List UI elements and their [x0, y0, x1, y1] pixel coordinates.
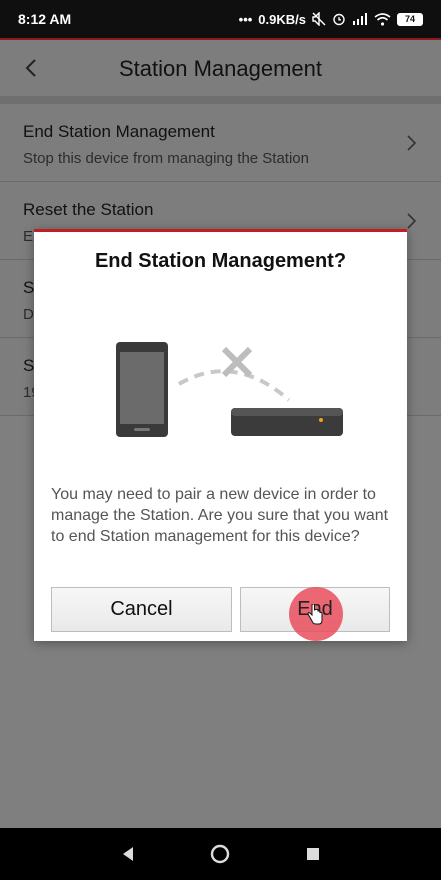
- back-triangle-icon[interactable]: [118, 844, 138, 864]
- list-item-subtitle: Stop this device from managing the Stati…: [23, 150, 309, 167]
- network-speed: 0.9KB/s: [258, 11, 306, 27]
- list-item-title: End Station Management: [23, 122, 215, 141]
- alarm-icon: [333, 13, 345, 26]
- signal-icon: [353, 13, 367, 25]
- mute-icon: [312, 12, 326, 26]
- dialog-title: End Station Management?: [94, 250, 347, 272]
- cancel-button[interactable]: Cancel: [51, 587, 232, 632]
- page-title: Station Management: [118, 56, 323, 81]
- list-item-title: Reset the Station: [23, 200, 154, 219]
- disconnect-illustration: [116, 342, 343, 437]
- home-circle-icon[interactable]: [210, 844, 230, 864]
- connection-arc: [177, 369, 291, 402]
- status-right: ••• 0.9KB/s 74: [239, 12, 423, 27]
- dialog-message: You may need to pair a new device in ord…: [51, 486, 389, 545]
- list-item-end-station-management[interactable]: End Station Management Stop this device …: [0, 104, 441, 182]
- wifi-icon: [374, 12, 391, 26]
- chevron-right-icon: [407, 135, 417, 151]
- status-time: 8:12 AM: [18, 11, 72, 27]
- station-device-icon: [231, 408, 343, 436]
- header-divider: [0, 96, 441, 104]
- system-nav-bar: [0, 828, 441, 880]
- dots-icon: •••: [238, 11, 253, 27]
- battery-icon: 74: [397, 12, 423, 26]
- chevron-right-icon: [407, 213, 417, 229]
- status-bar: 8:12 AM ••• 0.9KB/s 74: [0, 0, 441, 38]
- phone-icon: [116, 342, 168, 437]
- end-station-dialog: End Station Management? You may need to …: [34, 229, 407, 641]
- recents-square-icon[interactable]: [303, 844, 323, 864]
- app-header: Station Management: [0, 40, 441, 96]
- hand-cursor-icon: [307, 604, 323, 625]
